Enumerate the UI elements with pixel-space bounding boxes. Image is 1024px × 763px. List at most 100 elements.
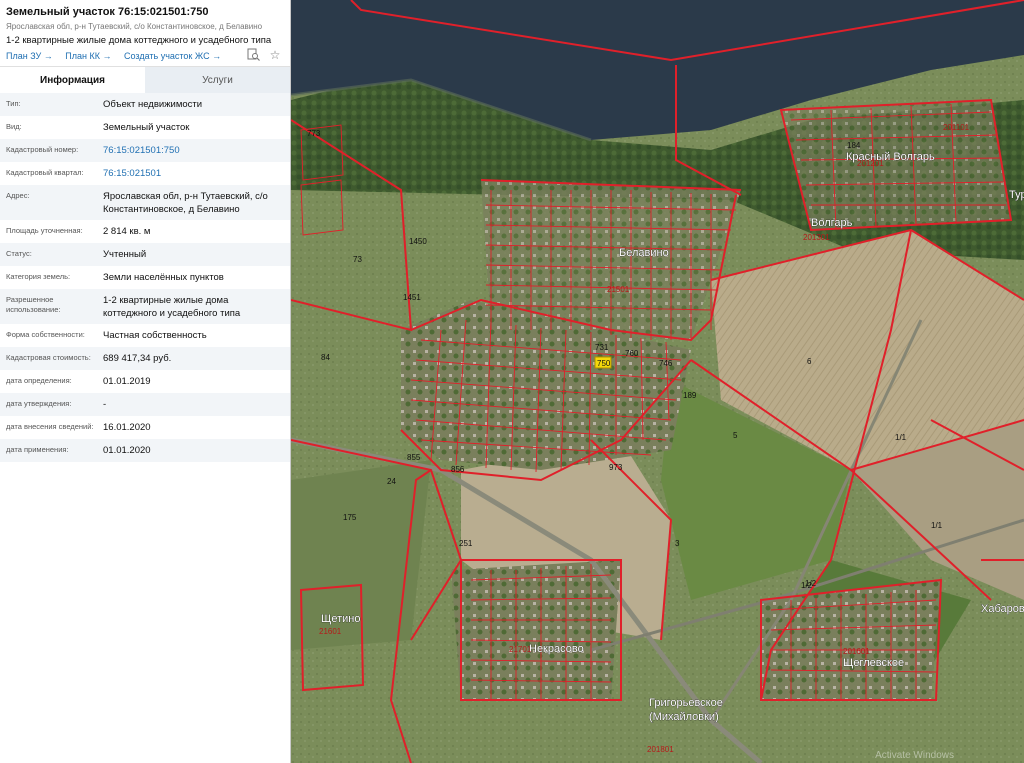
row-key: дата внесения сведений: bbox=[6, 422, 94, 431]
parcel-number: 189 bbox=[683, 391, 697, 400]
row-key: Вид: bbox=[6, 122, 22, 131]
parcel-number: 3 bbox=[675, 539, 680, 548]
parcel-number: 84 bbox=[321, 353, 330, 362]
parcel-number: 856 bbox=[451, 465, 465, 474]
parcel-number: 24 bbox=[387, 477, 396, 486]
row-cadastral-quarter: Кадастровый квартал: 76:15:021501 bbox=[0, 162, 290, 185]
place-label-khabarovo: Хабарово bbox=[981, 603, 1024, 615]
parcel-number: 731 bbox=[595, 343, 609, 352]
object-address: Ярославская обл, р-н Тутаевский, с/о Кон… bbox=[6, 22, 263, 31]
plan-kk-link[interactable]: План КК → bbox=[65, 51, 111, 61]
quarter-number: 201101 bbox=[943, 123, 970, 132]
parcel-number: 1451 bbox=[403, 293, 421, 302]
cadastral-quarter-link[interactable]: 76:15:021501 bbox=[103, 162, 284, 184]
parcel-number: 746 bbox=[659, 359, 673, 368]
quarter-number: 201301 bbox=[803, 233, 830, 242]
parcel-number: 175 bbox=[343, 513, 357, 522]
row-key: Категория земель: bbox=[6, 272, 71, 281]
row-value: Земли населённых пунктов bbox=[103, 272, 224, 283]
settlement-nekrasovo bbox=[451, 560, 621, 700]
parcel-number: 5 bbox=[733, 431, 738, 440]
row-date-entered: дата внесения сведений: 16.01.2020 bbox=[0, 416, 290, 439]
parcel-number: 973 bbox=[609, 463, 623, 472]
row-value: Учтенный bbox=[103, 249, 147, 260]
quarter-number: 201201 bbox=[857, 159, 884, 168]
row-type: Тип: Объект недвижимости bbox=[0, 93, 290, 116]
parcel-number: 855 bbox=[407, 453, 421, 462]
cadastral-map[interactable]: 750 Красный Волгарь Волгарь Белавино Щет… bbox=[291, 0, 1024, 763]
search-doc-icon[interactable] bbox=[246, 48, 260, 62]
parcel-number: 760 bbox=[625, 349, 639, 358]
row-key: дата утверждения: bbox=[6, 399, 72, 408]
row-cadastral-value: Кадастровая стоимость: 689 417,34 руб. bbox=[0, 347, 290, 370]
row-value: 2 814 кв. м bbox=[103, 226, 151, 237]
quarter-number: 201801 bbox=[647, 745, 674, 754]
row-value: 689 417,34 руб. bbox=[103, 353, 172, 364]
row-cadastral-number: Кадастровый номер: 76:15:021501:750 bbox=[0, 139, 290, 162]
row-permitted-use: Разрешенное использование: 1-2 квартирные… bbox=[0, 289, 290, 324]
row-key: Тип: bbox=[6, 99, 21, 108]
create-zs-link[interactable]: Создать участок ЖС → bbox=[124, 51, 221, 61]
row-key: Адрес: bbox=[6, 191, 30, 200]
star-icon[interactable]: ☆ bbox=[268, 48, 282, 62]
header-links: План ЗУ → План КК → Создать участок ЖС → bbox=[6, 50, 284, 62]
place-label-shcheglevskoe: Щеглевское bbox=[843, 657, 904, 669]
place-label-tur: Тур bbox=[1009, 189, 1024, 201]
parcel-number: 251 bbox=[459, 539, 473, 548]
row-value: 16.01.2020 bbox=[103, 422, 151, 433]
row-date-determined: дата определения: 01.01.2019 bbox=[0, 370, 290, 393]
row-value: 01.01.2019 bbox=[103, 376, 151, 387]
row-value: 1-2 квартирные жилые дома коттеджного и … bbox=[103, 295, 241, 319]
tab-services[interactable]: Услуги bbox=[145, 67, 290, 93]
row-date-applied: дата применения: 01.01.2020 bbox=[0, 439, 290, 462]
property-list: Тип: Объект недвижимости Вид: Земельный уч… bbox=[0, 93, 290, 462]
row-value: Земельный участок bbox=[103, 122, 190, 133]
place-label-nekrasovo: Некрасово bbox=[529, 643, 584, 655]
info-panel: Земельный участок 76:15:021501:750 Яросл… bbox=[0, 0, 291, 763]
row-area: Площадь уточненная: 2 814 кв. м bbox=[0, 220, 290, 243]
map-canvas[interactable]: 750 Красный Волгарь Волгарь Белавино Щет… bbox=[291, 0, 1024, 763]
parcel-number: 73 bbox=[353, 255, 362, 264]
row-value: Объект недвижимости bbox=[103, 99, 203, 110]
place-label-volgar: Волгарь bbox=[811, 217, 853, 229]
object-permitted-use: 1-2 квартирные жилые дома коттеджного и … bbox=[6, 35, 272, 46]
row-value: Частная собственность bbox=[103, 330, 207, 341]
os-watermark: Activate Windows bbox=[875, 750, 954, 761]
row-kind: Вид: Земельный участок bbox=[0, 116, 290, 139]
row-key: Кадастровая стоимость: bbox=[6, 353, 91, 362]
row-address: Адрес: Ярославская обл, р-н Тутаевский, с… bbox=[0, 185, 290, 220]
parcel-number: 6 bbox=[807, 357, 812, 366]
quarter-number: 21501 bbox=[607, 285, 630, 294]
row-key: Разрешенное использование: bbox=[6, 295, 61, 314]
tab-information[interactable]: Информация bbox=[0, 67, 145, 93]
row-land-category: Категория земель: Земли населённых пункто… bbox=[0, 266, 290, 289]
object-title: Земельный участок 76:15:021501:750 bbox=[6, 6, 209, 18]
cadastral-number-link[interactable]: 76:15:021501:750 bbox=[103, 139, 284, 161]
row-key: дата применения: bbox=[6, 445, 69, 454]
row-key: Площадь уточненная: bbox=[6, 226, 83, 235]
parcel-number: 1450 bbox=[409, 237, 427, 246]
selected-parcel-label: 750 bbox=[597, 359, 611, 368]
quarter-number: 21601 bbox=[319, 627, 342, 636]
parcel-number: 184 bbox=[847, 141, 861, 150]
settlement-krasny-volgar bbox=[781, 100, 1011, 230]
row-value: - bbox=[103, 399, 107, 410]
place-label-shchetino: Щетино bbox=[321, 613, 360, 625]
header-tools: ☆ bbox=[246, 48, 282, 62]
quarter-number: 21701 bbox=[509, 645, 532, 654]
row-key: Кадастровый квартал: bbox=[6, 168, 84, 177]
row-status: Статус: Учтенный bbox=[0, 243, 290, 266]
row-key: Статус: bbox=[6, 249, 32, 258]
parcel-number: 1/2 bbox=[801, 581, 813, 590]
parcel-number: 1/1 bbox=[895, 433, 907, 442]
quarter-number: 201601 bbox=[843, 647, 870, 656]
place-label-grigorievskoe: Григорьевское bbox=[649, 697, 723, 709]
row-key: Кадастровый номер: bbox=[6, 145, 79, 154]
plan-zu-link[interactable]: План ЗУ → bbox=[6, 51, 53, 61]
panel-header: Земельный участок 76:15:021501:750 Яросл… bbox=[0, 0, 290, 66]
parcel-number: 773 bbox=[307, 129, 321, 138]
row-value: 01.01.2020 bbox=[103, 445, 151, 456]
row-value: Ярославская обл, р-н Тутаевский, с/о Кон… bbox=[103, 191, 268, 215]
parcel-number: 1/1 bbox=[931, 521, 943, 530]
place-label-mikhailovki: (Михайловки) bbox=[649, 711, 719, 723]
